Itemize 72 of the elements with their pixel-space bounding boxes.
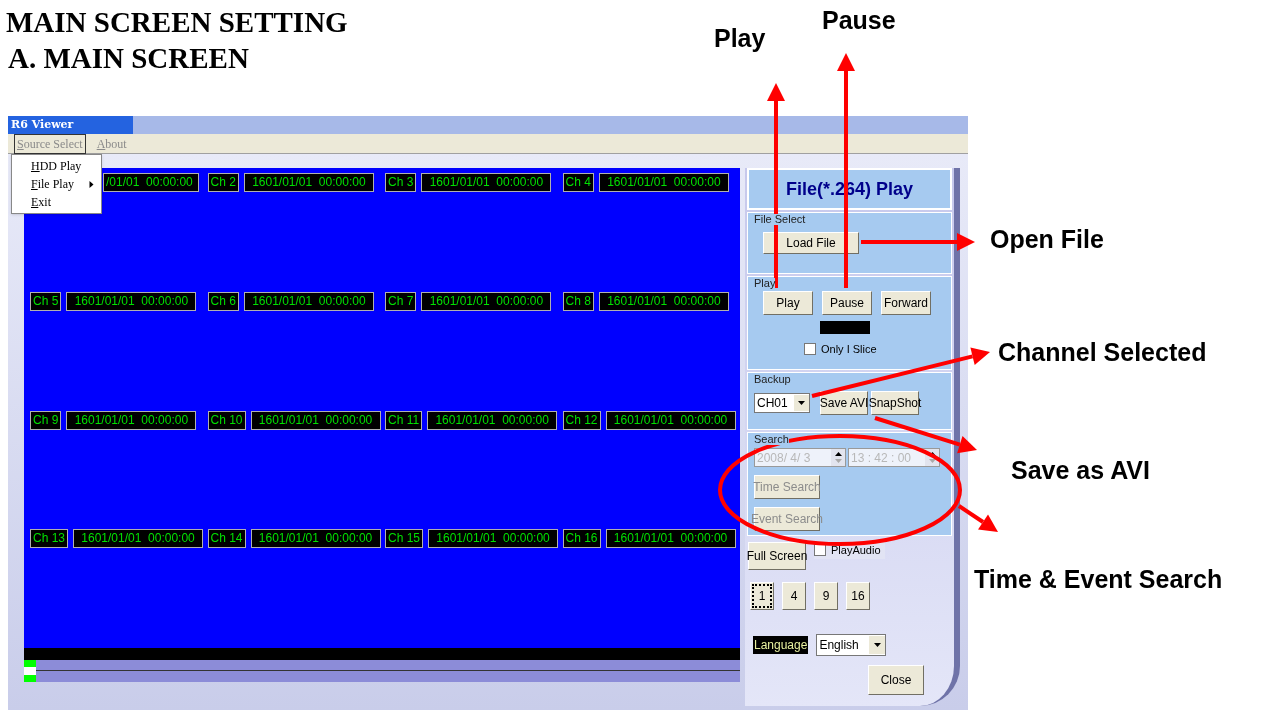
up-arrow-icon bbox=[834, 452, 842, 456]
menu-item[interactable]: HDD Play bbox=[12, 157, 101, 175]
annotation-label: Play bbox=[714, 26, 766, 51]
channel-timestamp: 1601/01/01 00:00:00 bbox=[243, 291, 374, 311]
group-legend: File Select bbox=[754, 214, 806, 225]
channel-label: Ch 16 bbox=[562, 529, 601, 549]
channel-timestamp: 1601/01/01 00:00:00 bbox=[598, 173, 729, 192]
channel-timestamp: 1601/01/01 00:00:00 bbox=[250, 529, 381, 549]
channel-timestamp: 1601/01/01 00:00:00 bbox=[66, 291, 197, 311]
channel-timestamp: 1601/01/01 00:00:00 bbox=[73, 529, 204, 549]
checkbox-label: PlayAudio bbox=[831, 543, 881, 558]
checkbox[interactable] bbox=[804, 343, 816, 356]
checkbox-label: Only I Slice bbox=[821, 342, 877, 357]
language-label: Language bbox=[753, 636, 809, 654]
channel-label: Ch 13 bbox=[30, 529, 69, 549]
channel-timestamp: 1601/01/01 00:00:00 bbox=[605, 529, 736, 549]
channel-label: Ch 5 bbox=[30, 291, 62, 311]
channel-label: Ch 11 bbox=[385, 410, 423, 430]
status-indicator bbox=[820, 321, 870, 334]
down-arrow-icon bbox=[834, 459, 842, 463]
channel-label: Ch 15 bbox=[385, 529, 424, 549]
group-legend: Search bbox=[754, 434, 789, 445]
play-control-button[interactable]: Forward bbox=[881, 291, 931, 315]
close-button[interactable]: Close bbox=[868, 665, 924, 695]
channel-label: Ch 12 bbox=[562, 410, 601, 430]
channel-label: Ch 14 bbox=[207, 529, 246, 549]
window-title: R6 Viewer bbox=[8, 116, 133, 134]
channel-label: Ch 7 bbox=[385, 291, 417, 311]
menu-item[interactable]: File Play bbox=[12, 175, 101, 193]
channel-timestamp: 1601/01/01 00:00:00 bbox=[427, 410, 558, 430]
channel-timestamp: 1601/01/01 00:00:00 bbox=[428, 529, 559, 549]
channel-timestamp: 1601/01/01 00:00:00 bbox=[243, 173, 374, 192]
channel-timestamp: 1601/01/01 00:00:00 bbox=[66, 410, 197, 430]
annotation-label: Channel Selected bbox=[998, 340, 1207, 365]
submenu-arrow-icon bbox=[88, 180, 95, 188]
language-dropdown[interactable]: English bbox=[816, 634, 887, 656]
channel-timestamp: 1601/01/01 00:00:00 bbox=[605, 410, 736, 430]
group-legend: Backup bbox=[754, 374, 791, 385]
channel-timestamp: 1601/01/01 00:00:00 bbox=[598, 291, 729, 311]
timeline-marker bbox=[24, 660, 36, 682]
load-file-button[interactable]: Load File bbox=[763, 232, 859, 254]
dropdown-arrow-icon bbox=[798, 401, 805, 405]
layout-button[interactable]: 16 bbox=[846, 582, 870, 610]
channel-label: Ch 4 bbox=[562, 173, 594, 192]
channel-timestamp: 1601/01/01 00:00:00 bbox=[421, 173, 552, 192]
page-subheading: A. MAIN SCREEN bbox=[8, 44, 249, 73]
page-heading: MAIN SCREEN SETTING bbox=[6, 8, 348, 37]
play-control-button[interactable]: Pause bbox=[822, 291, 872, 315]
backup-button[interactable]: Save AVI bbox=[820, 391, 868, 415]
channel-label: Ch 10 bbox=[207, 410, 246, 430]
channel-label: Ch 3 bbox=[385, 173, 417, 192]
channel-label: Ch 9 bbox=[30, 410, 62, 430]
annotation-label: Pause bbox=[822, 8, 896, 33]
arrow bbox=[957, 504, 998, 532]
layout-button[interactable]: 9 bbox=[814, 582, 838, 610]
annotation-label: Save as AVI bbox=[1011, 458, 1150, 483]
menu-item[interactable]: Exit bbox=[12, 193, 101, 211]
layout-button[interactable]: 1 bbox=[750, 582, 774, 610]
channel-label: Ch 2 bbox=[207, 173, 239, 192]
annotation-label: Time & Event Search bbox=[974, 567, 1223, 592]
play-control-button[interactable]: Play bbox=[763, 291, 813, 315]
channel-timestamp: /01/01 00:00:00 bbox=[103, 173, 199, 192]
channel-label: Ch 8 bbox=[562, 291, 594, 311]
channel-label: Ch 6 bbox=[207, 291, 239, 311]
channel-dropdown[interactable]: CH01 bbox=[754, 393, 810, 413]
layout-button[interactable]: 4 bbox=[782, 582, 806, 610]
down-arrow-icon bbox=[928, 459, 936, 463]
annotation-label: Open File bbox=[990, 227, 1104, 252]
dropdown-arrow-icon bbox=[873, 643, 881, 647]
channel-timestamp: 1601/01/01 00:00:00 bbox=[421, 291, 552, 311]
full-screen-button[interactable]: Full Screen bbox=[748, 542, 806, 570]
channel-timestamp: 1601/01/01 00:00:00 bbox=[250, 410, 381, 430]
